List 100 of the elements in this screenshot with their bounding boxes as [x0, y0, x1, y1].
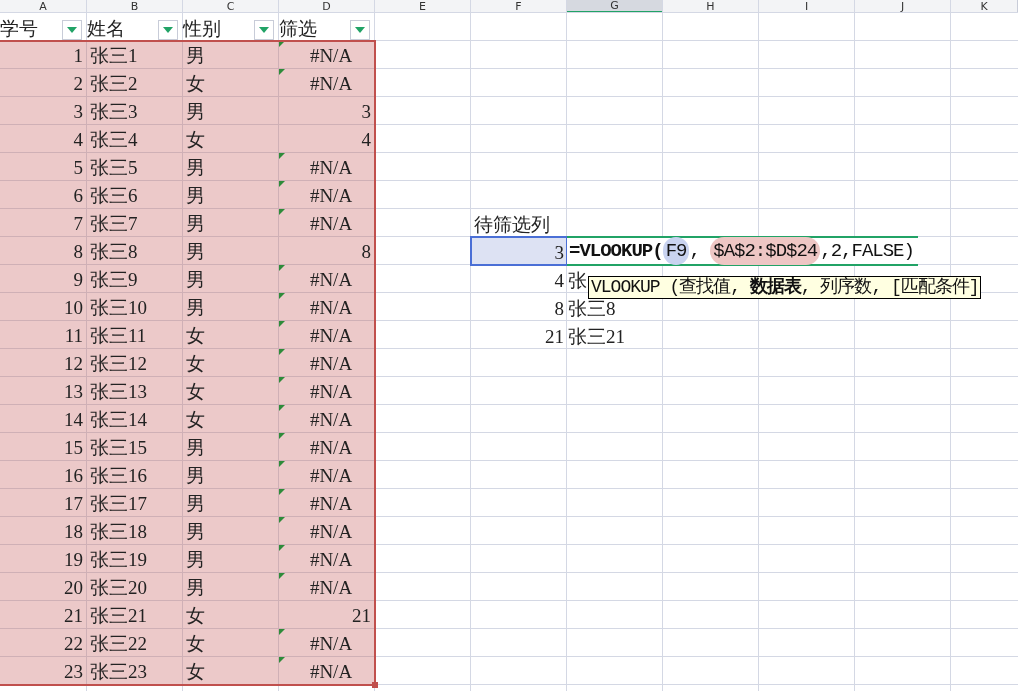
table-cell-text: 待筛选列: [473, 213, 551, 237]
table-cell: 女: [183, 321, 279, 349]
table-cell: #N/A: [279, 489, 375, 517]
table-cell: 5: [0, 153, 87, 181]
column-heading: 筛选: [279, 18, 317, 40]
table-cell: 21: [279, 601, 375, 629]
table-cell: #N/A: [279, 461, 375, 489]
table-cell: 男: [183, 293, 279, 321]
cell-editor[interactable]: =VLOOKUP(F9, $A$2:$D$24,2,FALSE): [567, 236, 918, 266]
table-cell: #N/A: [279, 293, 375, 321]
table-cell: 男: [183, 97, 279, 125]
table-cell: 女: [183, 125, 279, 153]
dropdown-triangle-icon: [67, 27, 77, 33]
table-cell: 男: [183, 489, 279, 517]
table-cell: #N/A: [279, 153, 375, 181]
table-cell: 男: [183, 433, 279, 461]
table-cell: 张三18: [87, 517, 183, 545]
table-cell: 张三21: [568, 326, 625, 348]
table-cell: 张三21: [87, 601, 183, 629]
table-cell: 张三4: [87, 125, 183, 153]
table-cell: 12: [0, 349, 87, 377]
table-cell: 4: [279, 125, 375, 153]
table-cell: 张三6: [87, 181, 183, 209]
table-cell-text: 4: [553, 269, 565, 293]
table-cell: 女: [183, 405, 279, 433]
table-cell: #N/A: [279, 517, 375, 545]
table-cell: 男: [183, 265, 279, 293]
table-cell: 张三15: [87, 433, 183, 461]
table-cell: 9: [0, 265, 87, 293]
table-cell: 3: [471, 237, 567, 265]
table-cell: 22: [0, 629, 87, 657]
table-cell: 张三3: [87, 97, 183, 125]
table-cell: 23: [0, 657, 87, 685]
table-cell: 张三10: [87, 293, 183, 321]
table-cell: 18: [0, 517, 87, 545]
formula-reference: F9: [662, 236, 690, 266]
table-cell: 男: [183, 461, 279, 489]
table-cell: 张三9: [87, 265, 183, 293]
filter-dropdown-button[interactable]: [62, 20, 82, 40]
table-cell: 2: [0, 69, 87, 97]
table-cell: 张三12: [87, 349, 183, 377]
table-cell: 8: [0, 237, 87, 265]
table-cell: 张三8: [568, 298, 616, 320]
table-cell: 7: [0, 209, 87, 237]
table-cell: #N/A: [279, 69, 375, 97]
table-cell: #N/A: [279, 573, 375, 601]
table-cell: 19: [0, 545, 87, 573]
table-cell: #N/A: [279, 405, 375, 433]
table-cell: 张三1: [87, 41, 183, 69]
table-cell: 女: [183, 657, 279, 685]
table-cell: 张三17: [87, 489, 183, 517]
filter-dropdown-button[interactable]: [158, 20, 178, 40]
formula-text: ,2,FALSE): [820, 238, 914, 264]
table-cell: 张三2: [87, 69, 183, 97]
table-cell: 张三7: [87, 209, 183, 237]
table-cell: 男: [183, 237, 279, 265]
table-cell: 男: [183, 41, 279, 69]
range-resize-handle[interactable]: [372, 682, 378, 688]
filter-dropdown-button[interactable]: [350, 20, 370, 40]
table-cell: #N/A: [279, 41, 375, 69]
table-cell: 17: [0, 489, 87, 517]
table-cell: 3: [279, 97, 375, 125]
table-cell: #N/A: [279, 181, 375, 209]
table-cell: 张三22: [87, 629, 183, 657]
table-cell: #N/A: [279, 433, 375, 461]
table-cell: 6: [0, 181, 87, 209]
table-cell: 张三13: [87, 377, 183, 405]
table-cell: 张: [568, 270, 587, 292]
dropdown-triangle-icon: [259, 27, 269, 33]
table-cell: 1: [0, 41, 87, 69]
formula-function: =VLOOKUP(: [569, 238, 663, 264]
table-cell: #N/A: [279, 629, 375, 657]
table-cell: #N/A: [279, 321, 375, 349]
table-cell: #N/A: [279, 377, 375, 405]
table-cell-text: 8: [553, 297, 565, 321]
table-cell: 张三8: [87, 237, 183, 265]
table-cell: 女: [183, 629, 279, 657]
table-cell: 16: [0, 461, 87, 489]
table-cell: 20: [0, 573, 87, 601]
table-cell: #N/A: [279, 545, 375, 573]
table-cell: 女: [183, 69, 279, 97]
table-cell: 21: [0, 601, 87, 629]
table-cell: #N/A: [279, 657, 375, 685]
table-cell: 男: [183, 545, 279, 573]
table-cell: 4: [0, 125, 87, 153]
table-cell: 11: [0, 321, 87, 349]
table-cell: 张三5: [87, 153, 183, 181]
table-cell: 男: [183, 517, 279, 545]
table-cell: #N/A: [279, 265, 375, 293]
table-cell: 张三16: [87, 461, 183, 489]
table-cell: 张三20: [87, 573, 183, 601]
column-heading: 学号: [0, 18, 38, 40]
table-cell: 张三19: [87, 545, 183, 573]
table-cell: 张三11: [87, 321, 183, 349]
column-heading: 姓名: [87, 18, 125, 40]
table-cell: 女: [183, 377, 279, 405]
filter-dropdown-button[interactable]: [254, 20, 274, 40]
table-cell: 13: [0, 377, 87, 405]
table-cell: 男: [183, 153, 279, 181]
table-cell: 8: [279, 237, 375, 265]
